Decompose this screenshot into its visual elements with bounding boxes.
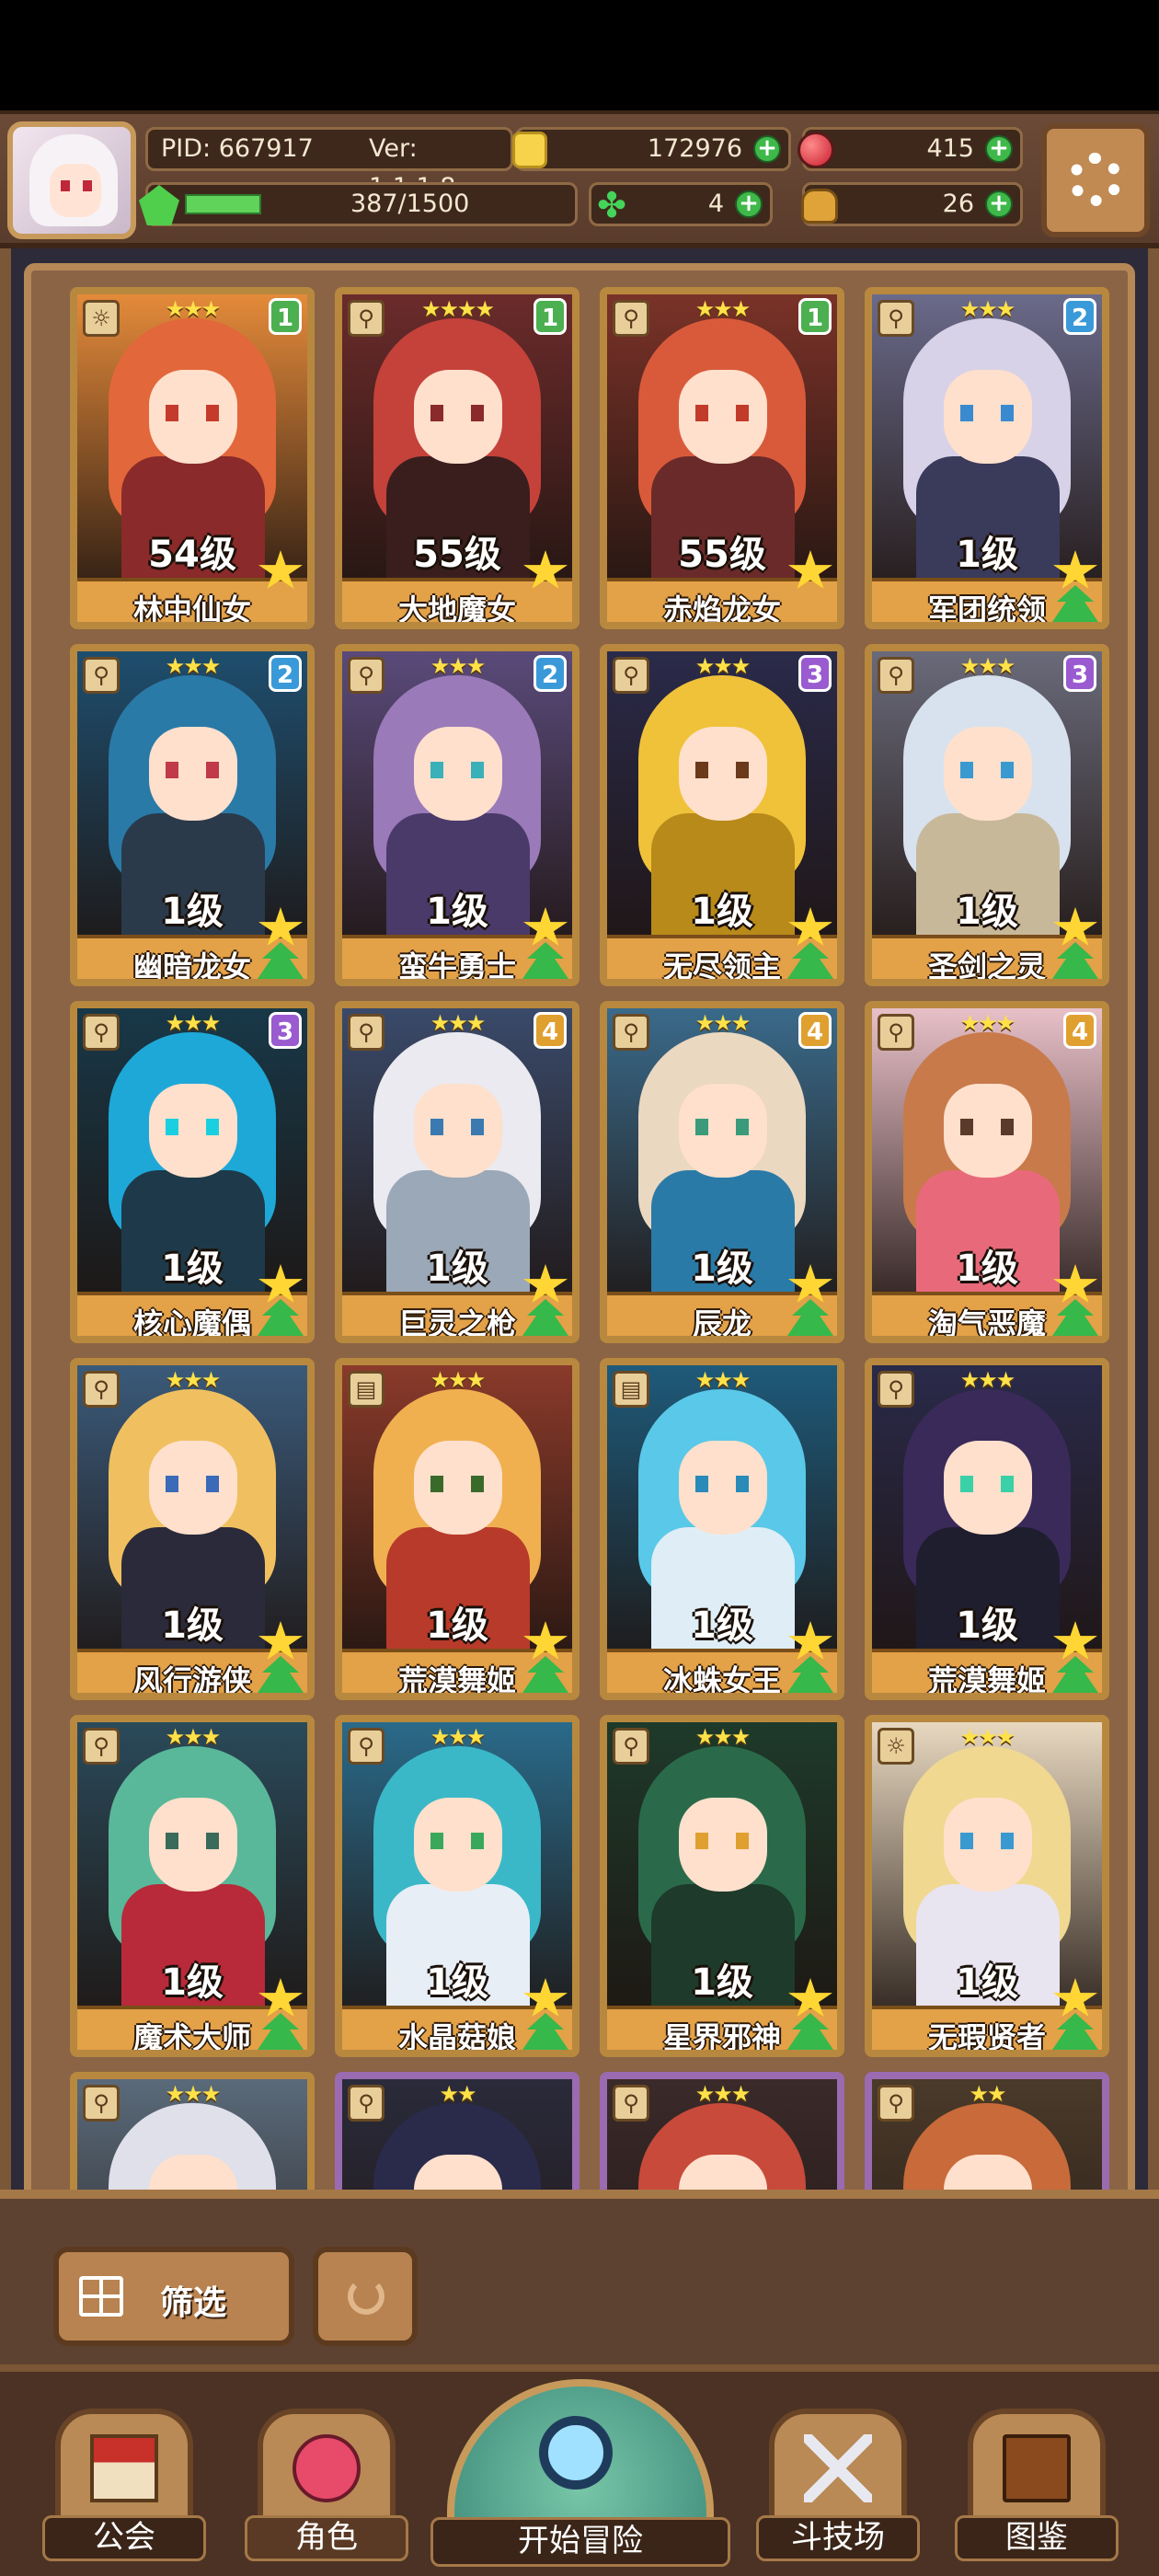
- character-card[interactable]: ▤ ★★★ 1级 荒漠舞姬: [335, 1358, 580, 1700]
- potion-value: 26: [942, 190, 974, 218]
- character-card[interactable]: ⚲ ★★★ 2 1级 军团统领: [865, 287, 1109, 629]
- player-avatar[interactable]: [7, 121, 136, 239]
- potion-counter: 26 +: [801, 182, 1023, 226]
- clover-counter: ✤ 4 +: [589, 182, 773, 226]
- nav-characters-label: 角色: [245, 2515, 408, 2561]
- star-rating: ★★★: [165, 1367, 222, 1393]
- nav-guild-label: 公会: [42, 2515, 206, 2561]
- gem-value: 415: [926, 134, 974, 163]
- star-rating: ★★★: [694, 2081, 752, 2107]
- nav-codex-label: 图鉴: [955, 2515, 1119, 2561]
- character-card[interactable]: ⚲ ★★★ 3 1级 圣剑之灵: [865, 644, 1109, 986]
- add-gold-button[interactable]: +: [753, 135, 781, 163]
- star-rating: ★★★: [430, 1367, 487, 1393]
- character-card[interactable]: ⚲ ★★★ 3 1级 核心魔偶: [70, 1001, 315, 1343]
- character-card[interactable]: ⚲ ★★★ 3 1级 无尽领主: [600, 644, 844, 986]
- bottom-navigation: 公会 角色 开始冒险 斗技场 图鉴: [0, 2364, 1159, 2576]
- character-card[interactable]: ☼ ★★★ 1级 无瑕贤者: [865, 1715, 1109, 2057]
- energy-value: 387/1500: [350, 190, 470, 218]
- rank-badge: 4: [534, 1012, 567, 1049]
- character-roster: ☼ ★★★ 1 54级 林中仙女 ⚲ ★★★★ 1 55级 大地魔女 ⚲ ★★★ 1 55级 赤焰龙女 ⚲ ★★…: [0, 248, 1159, 2190]
- rank-badge: 2: [269, 655, 302, 692]
- character-card[interactable]: ⚲ ★★★ 4 1级 巨灵之枪: [335, 1001, 580, 1343]
- player-id: PID: 667917: [161, 134, 314, 163]
- grid-icon: [79, 2276, 123, 2317]
- potion-icon: [801, 189, 838, 224]
- energy-progress-bar: [185, 194, 261, 214]
- filter-button[interactable]: 筛选: [53, 2247, 294, 2346]
- add-clover-button[interactable]: +: [735, 190, 763, 218]
- energy-icon: [139, 185, 179, 225]
- magnifier-icon: [539, 2416, 613, 2490]
- star-rating: ★★★: [165, 2081, 222, 2107]
- gear-icon: [1069, 153, 1122, 206]
- character-card[interactable]: ⚲ ★★★: [600, 2072, 844, 2190]
- top-hud: PID: 667917 Ver: 1.1.1.8 172976 + 415 + …: [0, 110, 1159, 248]
- character-name: 赤焰龙女: [662, 592, 781, 627]
- star-rating: ★★★: [694, 1367, 752, 1393]
- character-card[interactable]: ⚲ ★★★★ 1 55级 大地魔女: [335, 287, 580, 629]
- character-card[interactable]: ⚲ ★★★ 4 1级 辰龙: [600, 1001, 844, 1343]
- gold-counter: 172976 +: [512, 127, 791, 171]
- star-rating: ★★: [969, 2081, 1006, 2107]
- add-gems-button[interactable]: +: [985, 135, 1013, 163]
- status-bar: [0, 0, 1159, 110]
- character-face-icon: [293, 2434, 361, 2502]
- character-card[interactable]: ⚲ ★★: [335, 2072, 580, 2190]
- star-rating: ★★★: [165, 1724, 222, 1750]
- roster-controls: 筛选: [0, 2190, 1159, 2364]
- character-card[interactable]: ⚲ ★★★ 2 1级 蛮牛勇士: [335, 644, 580, 986]
- crossed-swords-icon: [804, 2434, 872, 2502]
- rank-badge: 1: [798, 298, 832, 335]
- red-gem-icon: [798, 132, 834, 168]
- character-card[interactable]: ⚲ ★★★ 1级 星界邪神: [600, 1715, 844, 2057]
- character-name: 林中仙女: [132, 592, 251, 627]
- character-name: 大地魔女: [397, 592, 516, 627]
- character-card[interactable]: ⚲ ★★★: [70, 2072, 315, 2190]
- rank-badge: 1: [534, 298, 567, 335]
- character-card[interactable]: ☼ ★★★ 1 54级 林中仙女: [70, 287, 315, 629]
- rank-badge: 4: [1063, 1012, 1096, 1049]
- character-card[interactable]: ⚲ ★★★ 1 55级 赤焰龙女: [600, 287, 844, 629]
- guild-building-icon: [90, 2434, 158, 2502]
- rank-badge: 3: [1063, 655, 1096, 692]
- character-card[interactable]: ⚲ ★★★ 1级 魔术大师: [70, 1715, 315, 2057]
- character-card[interactable]: ⚲ ★★★ 4 1级 淘气恶魔: [865, 1001, 1109, 1343]
- add-potion-button[interactable]: +: [985, 190, 1013, 218]
- refresh-icon: [348, 2278, 384, 2315]
- character-card[interactable]: ⚲ ★★: [865, 2072, 1109, 2190]
- character-card[interactable]: ⚲ ★★★ 1级 风行游侠: [70, 1358, 315, 1700]
- character-card[interactable]: ⚲ ★★★ 1级 荒漠舞姬: [865, 1358, 1109, 1700]
- star-rating: ★★★: [959, 1724, 1016, 1750]
- energy-counter: 387/1500: [139, 182, 578, 226]
- gem-counter: 415 +: [798, 127, 1023, 171]
- rank-badge: 1: [269, 298, 302, 335]
- rank-badge: 2: [1063, 298, 1096, 335]
- filter-label: 筛选: [160, 2284, 227, 2322]
- gold-coin-icon: [512, 132, 547, 168]
- rank-badge: 2: [534, 655, 567, 692]
- character-card[interactable]: ⚲ ★★★ 2 1级 幽暗龙女: [70, 644, 315, 986]
- clover-value: 4: [707, 190, 724, 218]
- character-card[interactable]: ▤ ★★★ 1级 冰蛛女王: [600, 1358, 844, 1700]
- nav-start-adventure[interactable]: 开始冒险: [430, 2379, 730, 2567]
- star-rating: ★★★: [959, 1367, 1016, 1393]
- refresh-button[interactable]: [313, 2247, 418, 2346]
- character-card[interactable]: ⚲ ★★★ 1级 水晶菇娘: [335, 1715, 580, 2057]
- star-rating: ★★★: [694, 1724, 752, 1750]
- rank-badge: 3: [798, 655, 832, 692]
- gold-value: 172976: [647, 134, 742, 163]
- settings-button[interactable]: [1041, 123, 1150, 237]
- nav-adventure-label: 开始冒险: [430, 2517, 730, 2567]
- rank-badge: 4: [798, 1012, 832, 1049]
- star-rating: ★★: [439, 2081, 476, 2107]
- player-info-box: PID: 667917 Ver: 1.1.1.8: [145, 127, 513, 201]
- book-icon: [1003, 2434, 1071, 2502]
- star-rating: ★★★: [430, 1724, 487, 1750]
- rank-badge: 3: [269, 1012, 302, 1049]
- nav-arena-label: 斗技场: [756, 2515, 920, 2561]
- clover-icon: ✤: [597, 185, 626, 225]
